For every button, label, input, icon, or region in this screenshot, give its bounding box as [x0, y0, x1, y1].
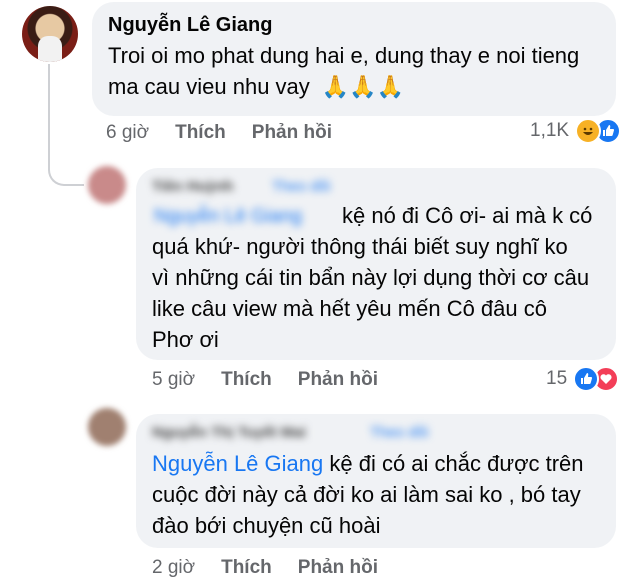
comment-line-with-emoji: ma cau vieu nhu vay 🙏🙏🙏 — [108, 71, 608, 102]
reaction-count: 15 — [546, 368, 568, 389]
reaction-summary[interactable]: 1,1K — [530, 118, 622, 144]
haha-icon — [575, 118, 602, 144]
reaction-summary[interactable]: 15 — [546, 366, 620, 392]
reply-line: quá khứ- người thông thái biết suy nghĩ … — [152, 234, 568, 259]
avatar[interactable] — [88, 408, 126, 446]
reply-author[interactable]: Nguyễn Thị Tuyết Mai — [152, 424, 306, 441]
reply-author[interactable]: Tiên Huỳnh — [152, 178, 233, 195]
reply-line: Phơ ơi — [152, 327, 219, 352]
avatar[interactable] — [22, 6, 78, 62]
thread-line — [48, 64, 50, 164]
reply-text: kệ nó đi Cô ơi- ai mà k có quá khứ- ngườ… — [152, 200, 612, 355]
reply-actions: 5 giờ Thích Phản hồi — [152, 369, 404, 391]
thread-curve — [48, 164, 84, 186]
reply-line: like câu view mà hết yêu mến Cô đâu cô — [152, 296, 547, 321]
reply-button[interactable]: Phản hồi — [298, 369, 378, 391]
reply-line-with-mention: Nguyễn Lê Giang kệ đi có ai chắc được tr… — [152, 448, 612, 479]
comment-text: Troi oi mo phat dung hai e, dung thay e … — [108, 40, 608, 102]
avatar[interactable] — [88, 166, 126, 204]
like-button[interactable]: Thích — [221, 369, 272, 391]
follow-link[interactable]: Theo dõi — [272, 178, 330, 195]
reply-line: kệ nó đi Cô ơi- ai mà k có — [342, 203, 593, 228]
comment-line: Troi oi mo phat dung hai e, dung thay e … — [108, 43, 580, 68]
avatar-figure — [38, 36, 62, 62]
comment-actions: 6 giờ Thích Phản hồi — [106, 122, 358, 144]
reply-button[interactable]: Phản hồi — [298, 557, 378, 579]
reply-mention[interactable]: Nguyễn Lê Giang — [152, 451, 323, 476]
reply-actions: 2 giờ Thích Phản hồi — [152, 557, 404, 579]
follow-link[interactable]: Theo dõi — [370, 424, 428, 441]
reply-text: Nguyễn Lê Giang kệ đi có ai chắc được tr… — [152, 448, 612, 541]
reply-line: cuộc đời này cả đời ko ai làm sai ko , b… — [152, 482, 581, 507]
reply-time[interactable]: 2 giờ — [152, 557, 195, 579]
reply-line: đào bới chuyện cũ hoài — [152, 513, 381, 538]
reply-line: vì những cái tin bẩn này lợi dụng thời c… — [152, 265, 590, 290]
comment-line: ma cau vieu nhu vay — [108, 74, 310, 99]
like-icon — [573, 366, 600, 392]
reply-line: kệ đi có ai chắc được trên — [329, 451, 584, 476]
reply-button[interactable]: Phản hồi — [252, 122, 332, 144]
folded-hands-emoji: 🙏🙏🙏 — [321, 74, 405, 99]
comment-time[interactable]: 6 giờ — [106, 122, 149, 144]
comment-author[interactable]: Nguyễn Lê Giang — [108, 14, 272, 37]
like-button[interactable]: Thích — [221, 557, 272, 579]
reply-time[interactable]: 5 giờ — [152, 369, 195, 391]
reaction-count: 1,1K — [530, 120, 570, 141]
like-button[interactable]: Thích — [175, 122, 226, 144]
